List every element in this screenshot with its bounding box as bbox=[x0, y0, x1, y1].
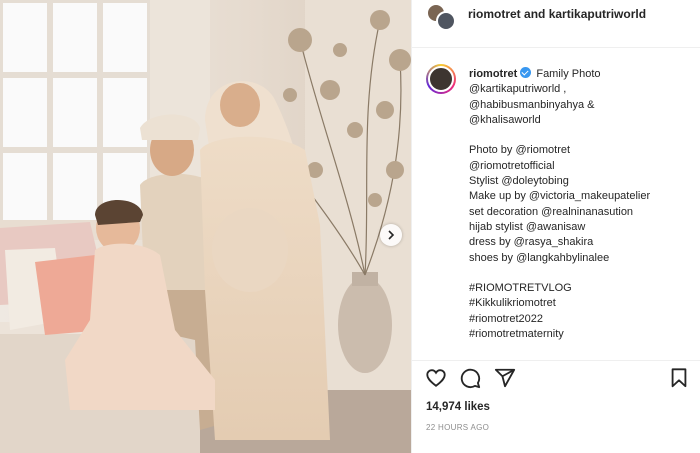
caption-line: Stylist @doleytobing bbox=[469, 175, 569, 188]
carousel-next-button[interactable] bbox=[380, 224, 402, 246]
like-count[interactable]: 14,974 likes bbox=[426, 401, 490, 413]
caption-line[interactable]: @riomotretofficial bbox=[469, 159, 697, 174]
caption-text: riomotret Family Photo @kartikaputriworl… bbox=[469, 67, 697, 342]
post-authors: riomotret and kartikaputriworld bbox=[468, 7, 646, 21]
share-icon[interactable] bbox=[494, 367, 516, 389]
chevron-right-icon bbox=[388, 230, 395, 240]
caption-area: riomotret Family Photo @kartikaputriworl… bbox=[412, 58, 700, 358]
caption-line: dress by @rasya_shakira bbox=[469, 236, 594, 249]
verified-badge-icon bbox=[520, 67, 532, 78]
caption-username[interactable]: riomotret bbox=[469, 68, 517, 80]
and-text: and bbox=[524, 7, 546, 21]
heart-icon[interactable] bbox=[425, 367, 447, 389]
post-photo[interactable] bbox=[0, 0, 411, 453]
caption-line: hijab stylist @awanisaw bbox=[469, 220, 586, 233]
caption-line[interactable]: @habibusmanbinyahya & bbox=[469, 98, 697, 113]
post-header: riomotret and kartikaputriworld bbox=[412, 0, 700, 48]
post-timestamp[interactable]: 22 HOURS AGO bbox=[426, 423, 489, 432]
caption-line[interactable]: @kartikaputriworld , bbox=[469, 82, 697, 97]
caption-line: set decoration @realninanasution bbox=[469, 205, 634, 218]
caption-first-line: riomotret Family Photo bbox=[469, 67, 697, 82]
action-bar bbox=[412, 360, 700, 396]
hashtag-link[interactable]: #riomotret2022 bbox=[469, 312, 697, 327]
caption-line[interactable]: @khalisaworld bbox=[469, 113, 697, 128]
family-photo-image bbox=[0, 0, 411, 453]
caption-line: shoes by @langkahbylinalee bbox=[469, 251, 610, 264]
caption-line: Family Photo bbox=[536, 68, 601, 80]
author-link[interactable]: riomotret bbox=[468, 7, 521, 21]
hashtag-link[interactable]: #riomotretmaternity bbox=[469, 327, 697, 342]
post-side-panel: riomotret and kartikaputriworld riomotre… bbox=[411, 0, 700, 453]
comment-icon[interactable] bbox=[459, 367, 481, 389]
hashtag-link[interactable]: #RIOMOTRETVLOG bbox=[469, 281, 697, 296]
hashtag-link[interactable]: #Kikkulikriomotret bbox=[469, 296, 697, 311]
avatar bbox=[436, 11, 456, 31]
caption-line: Photo by @riomotret bbox=[469, 144, 571, 157]
avatar[interactable] bbox=[426, 64, 456, 94]
collab-avatars[interactable] bbox=[426, 3, 458, 31]
bookmark-icon[interactable] bbox=[668, 367, 690, 389]
caption-line: Make up by @victoria_makeupatelier bbox=[469, 190, 651, 203]
author-link[interactable]: kartikaputriworld bbox=[549, 7, 646, 21]
